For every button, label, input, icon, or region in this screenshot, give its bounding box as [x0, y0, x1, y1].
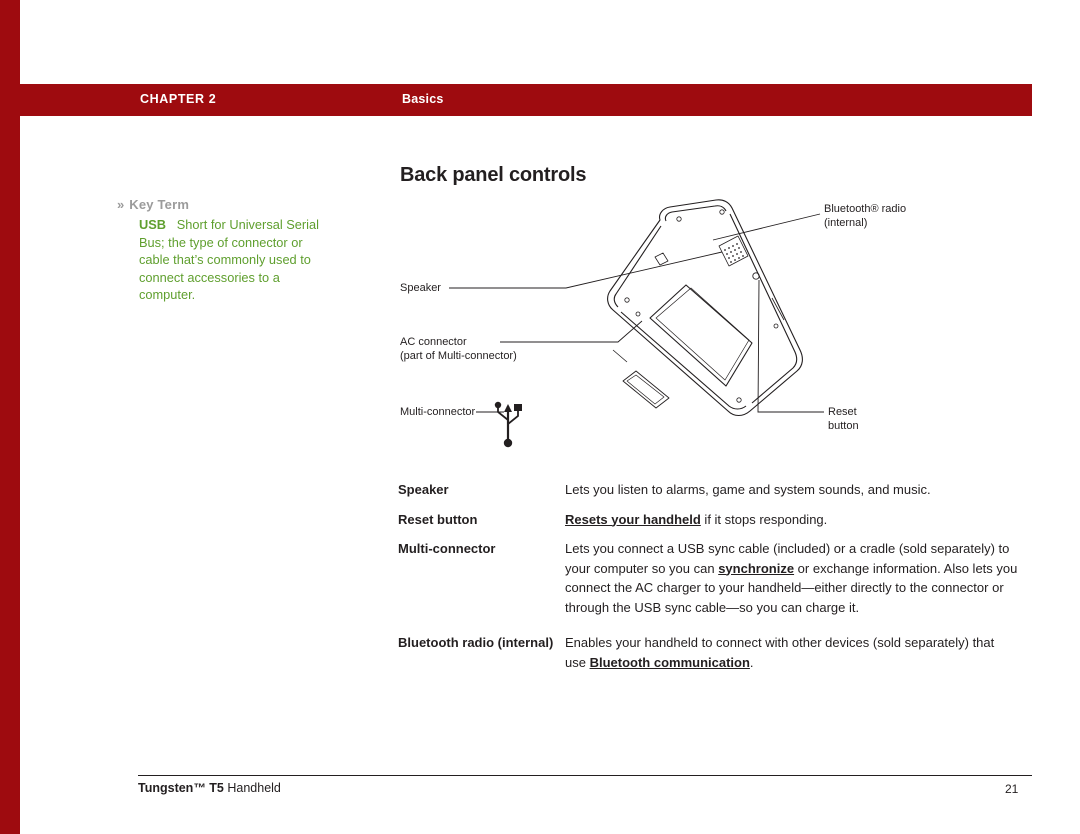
controls-definition-list: Speaker Lets you listen to alarms, game …: [398, 480, 1018, 682]
definition-row: Reset button Resets your handheld if it …: [398, 510, 1018, 530]
footer-product-label: Tungsten™ T5 Handheld: [138, 781, 281, 795]
figure-label-speaker: Speaker: [400, 282, 441, 294]
figure-label-ac-connector: AC connector (part of Multi-connector): [400, 336, 517, 362]
handheld-back-panel-illustration: [449, 199, 824, 448]
definition-term: Reset button: [398, 511, 478, 527]
left-margin-bar: [0, 0, 20, 834]
definition-description: Resets your handheld if it stops respond…: [565, 511, 828, 527]
footer-page-number: 21: [1005, 782, 1019, 796]
key-term-body: USB Short for Universal Serial Bus; the …: [139, 216, 334, 304]
leader-reset: [757, 279, 824, 413]
definition-row: Bluetooth radio (internal) Enables your …: [398, 633, 1018, 672]
definition-term: Bluetooth radio (internal): [398, 635, 554, 650]
back-panel-figure: Bluetooth® radio (internal) Speaker AC c…: [380, 190, 1020, 455]
definition-row: Multi-connector Lets you connect a USB s…: [398, 539, 1018, 617]
double-chevron-icon: »: [117, 197, 124, 212]
key-term-word: USB: [139, 217, 167, 232]
header-section-label: Basics: [402, 92, 444, 106]
key-term-header: » Key Term: [117, 197, 332, 212]
definition-term: Multi-connector: [398, 541, 496, 556]
key-term-callout: » Key Term USB Short for Universal Seria…: [117, 197, 332, 304]
usb-symbol-icon: [494, 401, 522, 448]
definition-description: Lets you connect a USB sync cable (inclu…: [565, 541, 1018, 615]
definition-term: Speaker: [398, 482, 449, 497]
footer-divider: [138, 775, 1032, 776]
footer-brand: Tungsten™ T5: [138, 781, 224, 795]
figure-label-bluetooth-radio: Bluetooth® radio (internal): [824, 203, 907, 229]
key-term-definition: Short for Universal Serial Bus; the type…: [139, 217, 319, 303]
leader-speaker: [449, 251, 723, 289]
figure-label-multi-connector: Multi-connector: [400, 406, 476, 418]
footer-product: Handheld: [223, 781, 281, 795]
definition-description: Enables your handheld to connect with ot…: [565, 635, 995, 670]
definition-description: Lets you listen to alarms, game and syst…: [565, 482, 931, 497]
header-chapter-label: CHAPTER 2: [140, 92, 217, 106]
key-term-label: Key Term: [129, 197, 190, 212]
leader-bluetooth: [712, 213, 821, 241]
leader-ac: [500, 320, 643, 343]
figure-label-reset-button: Reset button: [828, 406, 859, 432]
definition-row: Speaker Lets you listen to alarms, game …: [398, 480, 1018, 500]
page-title: Back panel controls: [400, 164, 587, 186]
